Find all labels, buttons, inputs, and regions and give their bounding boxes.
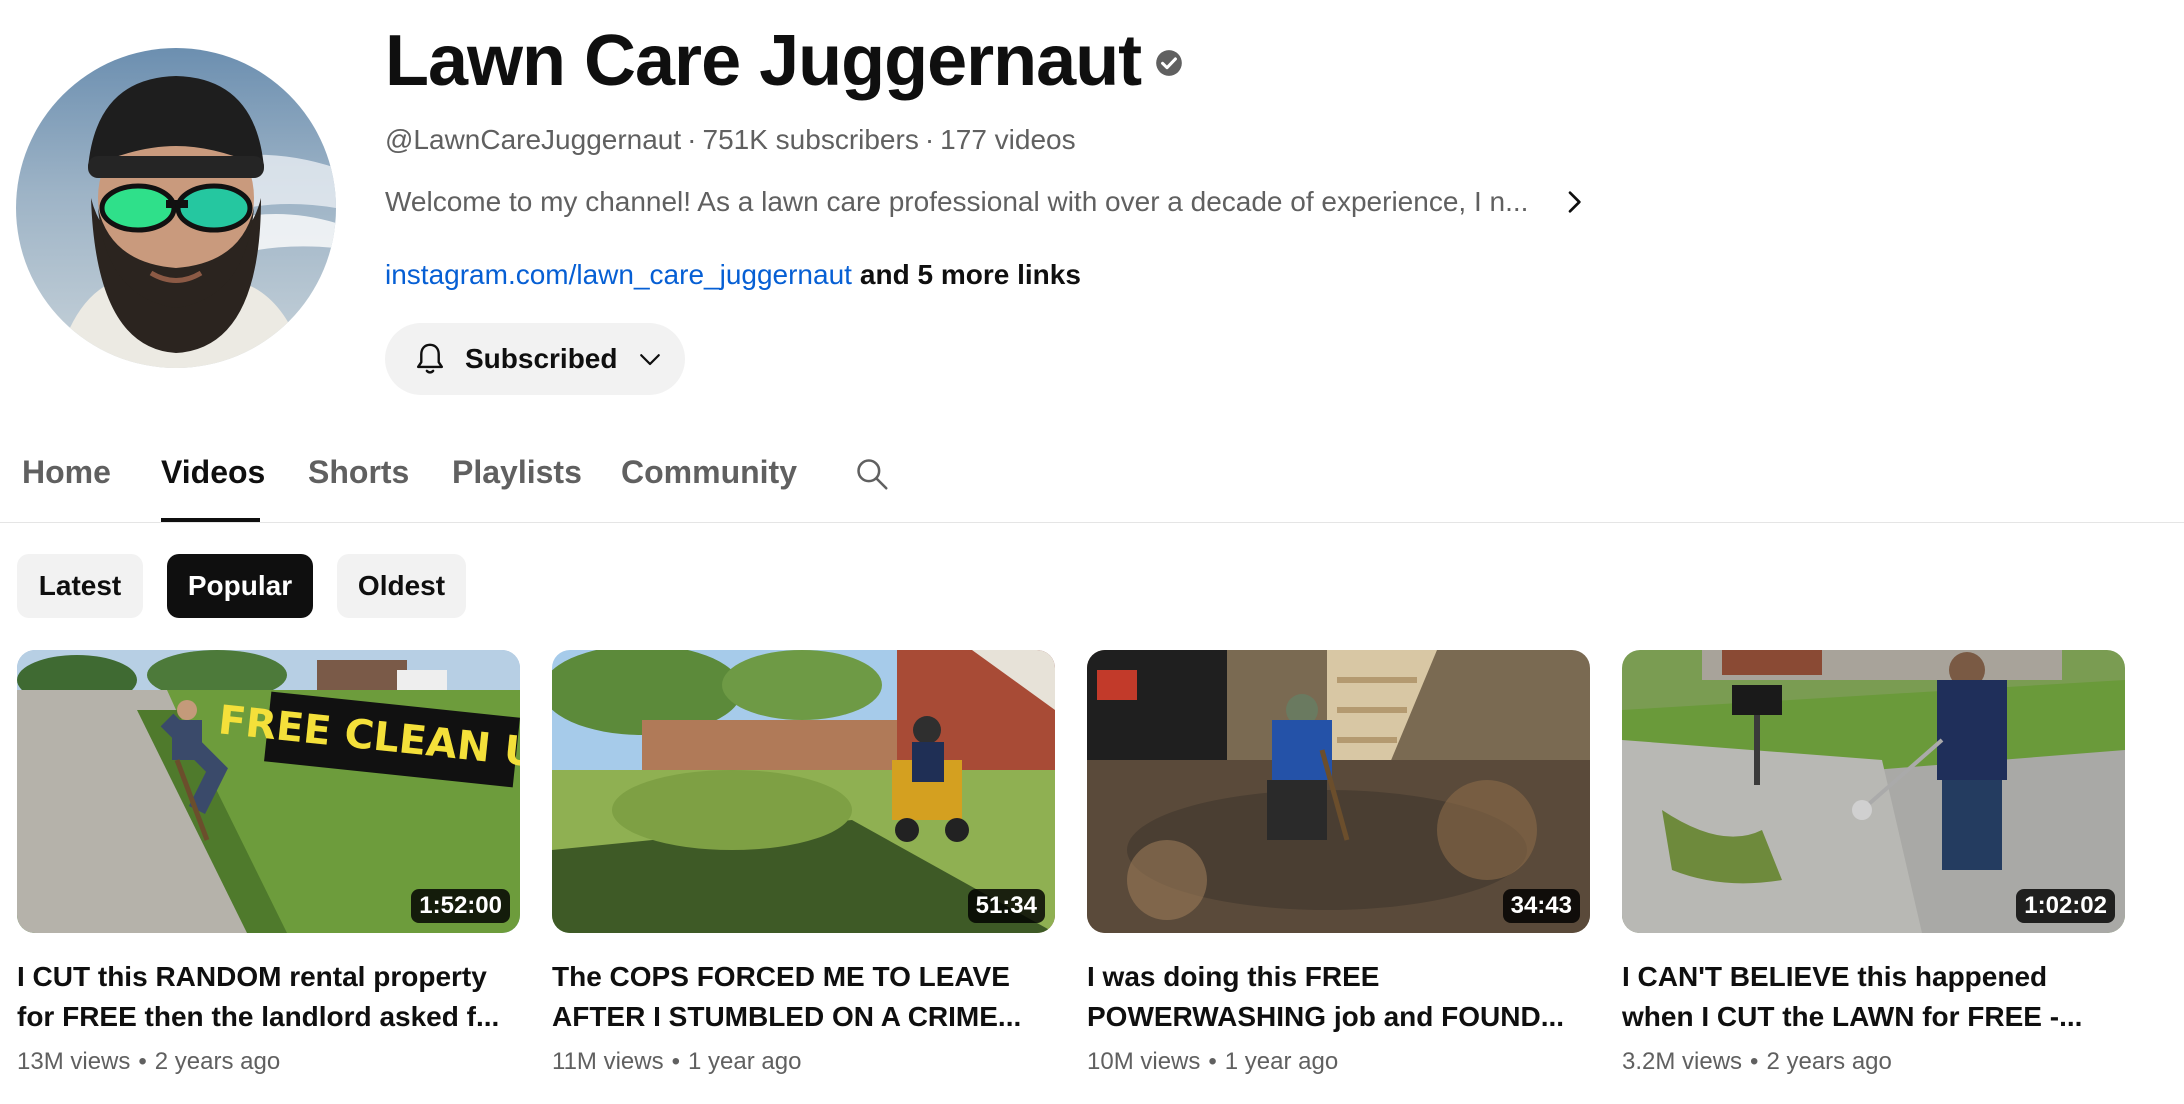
video-card[interactable]: 34:43 I was doing this FREE POWERWASHING…	[1087, 650, 1590, 1079]
video-title-line: I CAN'T BELIEVE this happened	[1622, 961, 2048, 992]
video-age: 1 year ago	[688, 1048, 802, 1075]
tab-shorts[interactable]: Shorts	[308, 452, 409, 492]
video-thumbnail[interactable]: 1:02:02	[1622, 650, 2125, 933]
channel-avatar[interactable]	[16, 48, 336, 368]
subscribed-label: Subscribed	[465, 343, 618, 374]
video-views: 13M views	[17, 1048, 131, 1075]
tab-videos[interactable]: Videos	[161, 452, 265, 492]
instagram-link[interactable]: instagram.com/lawn_care_juggernaut	[385, 259, 852, 290]
video-views: 11M views	[552, 1048, 664, 1075]
filter-chip-latest[interactable]: Latest	[17, 554, 143, 618]
video-views: 3.2M views	[1622, 1048, 1743, 1075]
video-title-line: The COPS FORCED ME TO LEAVE	[552, 961, 1010, 992]
channel-handle: @LawnCareJuggernaut	[385, 124, 682, 155]
search-icon[interactable]	[853, 455, 891, 493]
channel-meta: @LawnCareJuggernaut · 751K subscribers · 177…	[385, 122, 1076, 158]
meta-dot: •	[138, 1048, 147, 1075]
video-duration: 51:34	[967, 889, 1045, 923]
video-title[interactable]: I CUT this RANDOM rental property for FR…	[17, 957, 520, 1037]
video-title-line: AFTER I STUMBLED ON A CRIME...	[552, 1001, 1022, 1032]
video-age: 2 years ago	[1766, 1048, 1892, 1075]
channel-description[interactable]: Welcome to my channel! As a lawn care pr…	[385, 184, 1590, 220]
video-thumbnail[interactable]: 34:43	[1087, 650, 1590, 933]
video-meta: 10M views • 1 year ago	[1087, 1045, 1590, 1079]
video-age: 2 years ago	[154, 1048, 281, 1075]
video-title[interactable]: I was doing this FREE POWERWASHING job a…	[1087, 957, 1590, 1037]
channel-tabs: Home Videos Shorts Playlists Community	[0, 440, 2184, 523]
meta-dot: •	[671, 1048, 680, 1075]
video-title-line: for FREE then the landlord asked f...	[17, 1001, 500, 1032]
video-title-line: when I CUT the LAWN for FREE -...	[1622, 1001, 2083, 1032]
video-card[interactable]: 1:02:02 I CAN'T BELIEVE this happened wh…	[1622, 650, 2125, 1079]
channel-title: Lawn Care Juggernaut	[385, 21, 1142, 101]
subscribed-button[interactable]: Subscribed	[385, 323, 685, 395]
tab-community[interactable]: Community	[621, 452, 797, 492]
filter-chip-popular[interactable]: Popular	[167, 554, 313, 618]
video-duration: 1:52:00	[411, 889, 510, 923]
tab-playlists[interactable]: Playlists	[452, 452, 582, 492]
meta-separator: ·	[687, 124, 697, 155]
video-title-line: I was doing this FREE	[1087, 961, 1380, 992]
channel-description-text: Welcome to my channel! As a lawn care pr…	[385, 186, 1529, 217]
tab-home[interactable]: Home	[22, 452, 111, 492]
video-duration: 1:02:02	[2016, 889, 2115, 923]
avatar-image	[16, 48, 336, 368]
bell-icon	[416, 343, 444, 374]
video-thumbnail[interactable]: 51:34	[552, 650, 1055, 933]
video-meta: 13M views • 2 years ago	[17, 1045, 520, 1079]
meta-dot: •	[1750, 1048, 1759, 1075]
subscriber-count: 751K subscribers	[702, 124, 919, 155]
video-views: 10M views	[1087, 1048, 1201, 1075]
channel-title-row: Lawn Care Juggernaut	[385, 14, 1183, 108]
video-count: 177 videos	[940, 124, 1076, 155]
video-thumbnail[interactable]: FREE CLEAN UP 1:52:00	[17, 650, 520, 933]
chevron-right-icon[interactable]	[1558, 186, 1590, 218]
filter-chip-oldest[interactable]: Oldest	[337, 554, 466, 618]
video-title[interactable]: I CAN'T BELIEVE this happened when I CUT…	[1622, 957, 2125, 1037]
video-duration: 34:43	[1502, 889, 1580, 923]
video-meta: 11M views • 1 year ago	[552, 1045, 1055, 1079]
meta-separator: ·	[924, 124, 935, 155]
more-links-button[interactable]: and 5 more links	[860, 259, 1081, 290]
video-title[interactable]: The COPS FORCED ME TO LEAVE AFTER I STUM…	[552, 957, 1055, 1037]
video-title-line: I CUT this RANDOM rental property	[17, 961, 487, 992]
verified-check-icon	[1156, 50, 1182, 76]
video-card[interactable]: FREE CLEAN UP 1:52:00 I CUT this RANDOM …	[17, 650, 520, 1079]
video-card[interactable]: 51:34 The COPS FORCED ME TO LEAVE AFTER …	[552, 650, 1055, 1079]
video-age: 1 year ago	[1224, 1048, 1339, 1075]
channel-links: instagram.com/lawn_care_juggernaut and 5 …	[385, 257, 1081, 293]
video-title-line: POWERWASHING job and FOUND...	[1087, 1001, 1565, 1032]
active-tab-indicator	[161, 518, 260, 522]
chevron-down-icon	[640, 354, 661, 366]
meta-dot: •	[1208, 1048, 1217, 1075]
video-meta: 3.2M views • 2 years ago	[1622, 1045, 2125, 1079]
